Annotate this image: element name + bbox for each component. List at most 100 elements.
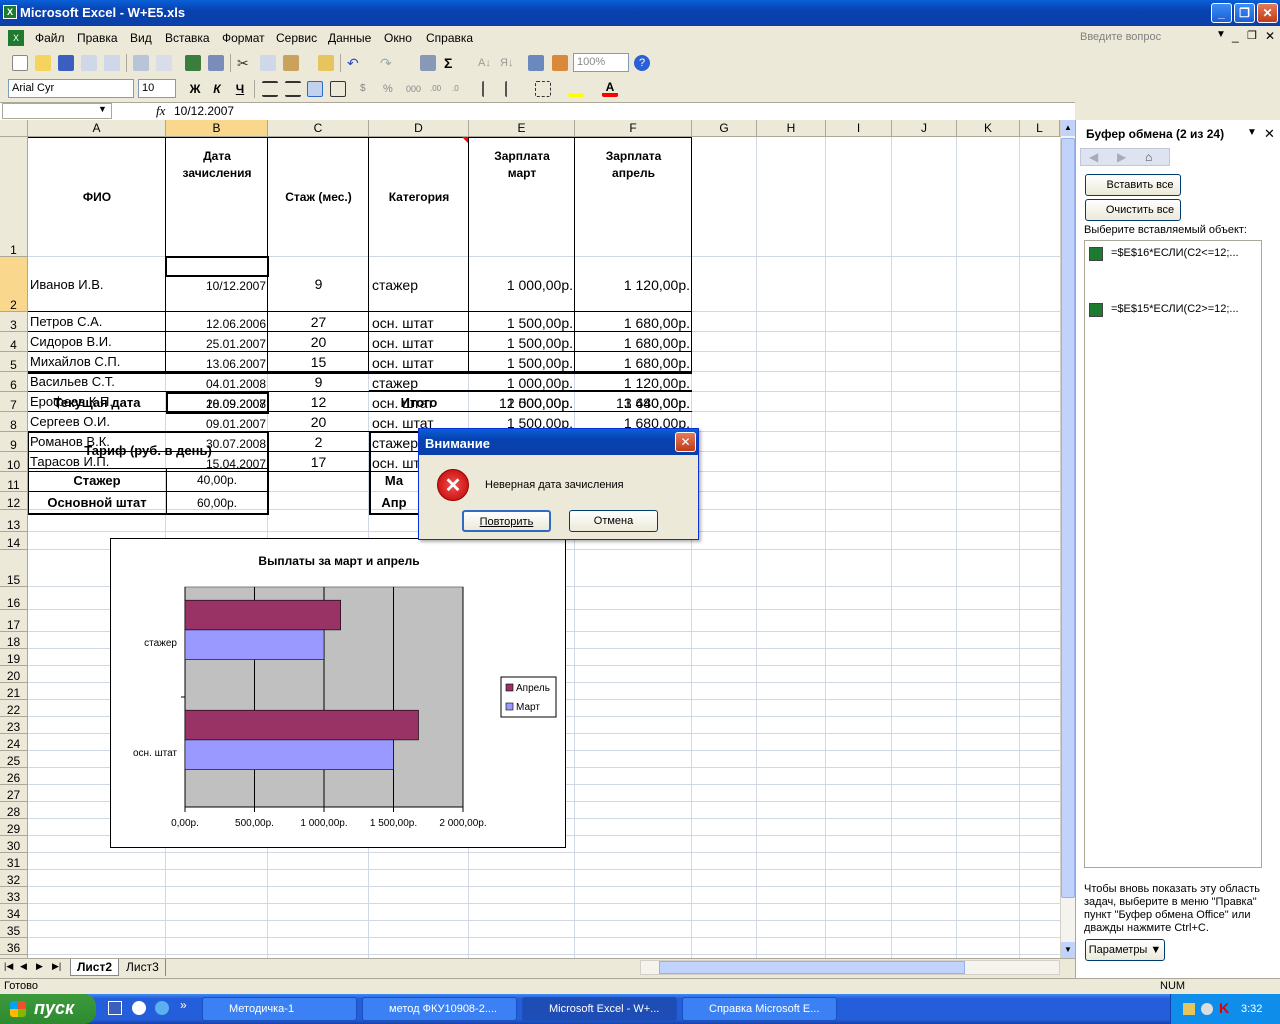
row-header-2[interactable]: 2: [0, 257, 28, 312]
header-salary-april[interactable]: Зарплата: [575, 148, 692, 164]
d16-partial[interactable]: Апр: [370, 492, 418, 514]
menu-insert[interactable]: Вставка: [165, 31, 210, 45]
header-salary-march[interactable]: Зарплата: [469, 148, 575, 164]
hyperlink-icon[interactable]: [420, 55, 436, 71]
row-header-11[interactable]: 11: [0, 472, 28, 492]
row-header-26[interactable]: 26: [0, 768, 28, 785]
prev-sheet-icon[interactable]: ◀: [20, 961, 27, 972]
formula-input[interactable]: 10/12.2007: [174, 104, 234, 118]
help-icon[interactable]: ?: [634, 55, 650, 71]
tariff-intern-value[interactable]: 40,00р.: [166, 469, 268, 492]
chart-wizard-icon[interactable]: [528, 55, 544, 71]
cell-fio[interactable]: Петров С.А.: [30, 312, 166, 332]
header-date-2[interactable]: зачисления: [166, 165, 268, 181]
close-button[interactable]: ✕: [1257, 3, 1278, 23]
align-left-icon[interactable]: [262, 81, 278, 97]
menu-tools[interactable]: Сервис: [276, 31, 317, 45]
name-box[interactable]: [2, 103, 112, 119]
row-header-34[interactable]: 34: [0, 904, 28, 921]
row-header-33[interactable]: 33: [0, 887, 28, 904]
scroll-up-icon[interactable]: ▲: [1061, 120, 1075, 136]
percent-icon[interactable]: %: [383, 81, 399, 97]
menu-window[interactable]: Окно: [384, 31, 412, 45]
minimize-button[interactable]: _: [1211, 3, 1232, 23]
tariff-staff-value[interactable]: 60,00р.: [166, 492, 268, 514]
tray-icon[interactable]: [1183, 1003, 1195, 1015]
row-header-22[interactable]: 22: [0, 700, 28, 717]
totals-april[interactable]: 13 440,00р.: [575, 394, 690, 412]
open-icon[interactable]: [35, 55, 51, 71]
format-painter-icon[interactable]: [318, 55, 334, 71]
first-sheet-icon[interactable]: |◀: [4, 961, 13, 972]
cell-salary-april[interactable]: 1 120,00р.: [575, 258, 690, 313]
row-header-12[interactable]: 12: [0, 492, 28, 510]
totals-label[interactable]: Итого: [369, 394, 469, 412]
cell-stazh[interactable]: 2: [268, 432, 369, 452]
doc-restore-button[interactable]: ❐: [1247, 29, 1257, 42]
spelling-icon[interactable]: [185, 55, 201, 71]
menu-data[interactable]: Данные: [328, 31, 371, 45]
name-box-dropdown-icon[interactable]: ▼: [98, 104, 107, 114]
dialog-close-button[interactable]: ✕: [675, 432, 696, 452]
scroll-down-icon[interactable]: ▼: [1061, 942, 1075, 958]
row-header-1[interactable]: 1: [0, 137, 28, 257]
header-date[interactable]: Дата: [166, 148, 268, 164]
column-header-l[interactable]: L: [1020, 120, 1060, 137]
retry-button[interactable]: Повторить: [462, 510, 551, 532]
doc-minimize-button[interactable]: _: [1232, 29, 1239, 43]
column-header-g[interactable]: G: [692, 120, 757, 137]
menu-view[interactable]: Вид: [130, 31, 152, 45]
row-header-3[interactable]: 3: [0, 312, 28, 332]
quicklaunch-more-icon[interactable]: »: [180, 998, 187, 1012]
cell-stazh[interactable]: 20: [268, 412, 369, 432]
select-all-corner[interactable]: [0, 120, 28, 137]
underline-button[interactable]: Ч: [231, 81, 249, 97]
row-header-5[interactable]: 5: [0, 352, 28, 372]
row-header-13[interactable]: 13: [0, 510, 28, 532]
increase-decimal-icon[interactable]: .00: [430, 81, 446, 97]
row-header-25[interactable]: 25: [0, 751, 28, 768]
copy-icon[interactable]: [260, 55, 276, 71]
row-header-20[interactable]: 20: [0, 666, 28, 683]
cell-stazh[interactable]: 9: [268, 257, 369, 312]
cell-date[interactable]: 10/12.2007: [166, 259, 266, 314]
cell-salary-march[interactable]: 1 500,00р.: [469, 333, 573, 353]
cancel-button[interactable]: Отмена: [569, 510, 658, 532]
row-header-31[interactable]: 31: [0, 853, 28, 870]
vertical-scrollbar[interactable]: ▲ ▼: [1060, 120, 1075, 958]
column-header-f[interactable]: F: [575, 120, 692, 137]
row-header-24[interactable]: 24: [0, 734, 28, 751]
permission-icon[interactable]: [81, 55, 97, 71]
row-header-8[interactable]: 8: [0, 412, 28, 432]
bold-button[interactable]: Ж: [186, 81, 204, 97]
column-header-h[interactable]: H: [757, 120, 826, 137]
print-preview-icon[interactable]: [156, 55, 172, 71]
excel-app-icon[interactable]: X: [3, 5, 17, 19]
bar-chart[interactable]: Выплаты за март и апрель 0,00р. 500,00р. 1 …: [110, 538, 566, 848]
research-icon[interactable]: [208, 55, 224, 71]
sheet-tab-1[interactable]: Лист2: [70, 959, 120, 976]
currency-icon[interactable]: $: [360, 81, 376, 97]
cell-salary-march[interactable]: 1 000,00р.: [469, 258, 573, 313]
merge-center-icon[interactable]: [330, 81, 346, 97]
row-header-35[interactable]: 35: [0, 921, 28, 938]
menu-edit[interactable]: Правка: [77, 31, 118, 45]
zoom-combo[interactable]: 100%: [573, 53, 629, 72]
function-icon[interactable]: fx: [156, 103, 165, 119]
cell-stazh[interactable]: 27: [268, 312, 369, 332]
paste-all-button[interactable]: Вставить все: [1085, 174, 1181, 196]
align-center-icon[interactable]: [285, 81, 301, 97]
sort-asc-icon[interactable]: A↓: [478, 55, 494, 71]
cell-fio[interactable]: Михайлов С.П.: [30, 352, 166, 372]
row-header-19[interactable]: 19: [0, 649, 28, 666]
help-dropdown-icon[interactable]: ▼: [1216, 29, 1226, 40]
row-header-10[interactable]: 10: [0, 452, 28, 472]
row-header-36[interactable]: 36: [0, 938, 28, 955]
font-name-combo[interactable]: Arial Cyr: [8, 79, 134, 98]
column-header-d[interactable]: D: [369, 120, 469, 137]
align-right-icon[interactable]: [307, 81, 323, 97]
column-header-b[interactable]: B: [166, 120, 268, 137]
cell-stazh[interactable]: 17: [268, 452, 369, 472]
row-header-14[interactable]: 14: [0, 532, 28, 550]
italic-button[interactable]: К: [208, 81, 226, 97]
